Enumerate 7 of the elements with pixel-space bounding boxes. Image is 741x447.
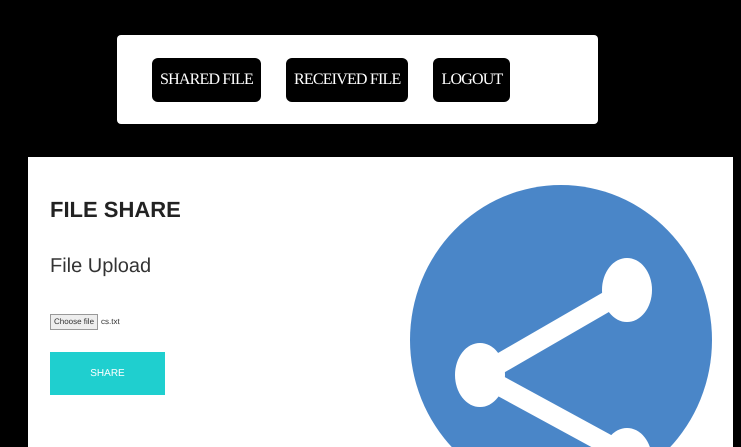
file-name: cs.txt xyxy=(101,316,120,328)
choose-file-button[interactable]: Choose file xyxy=(50,314,98,330)
nav-button[interactable]: LOGOUT xyxy=(433,58,510,102)
nav-button[interactable]: RECEIVED FILE xyxy=(286,58,408,102)
nav-button[interactable]: SHARED FILE xyxy=(152,58,261,102)
page-title: FILE SHARE xyxy=(50,196,181,221)
section-heading: File Upload xyxy=(50,254,152,279)
